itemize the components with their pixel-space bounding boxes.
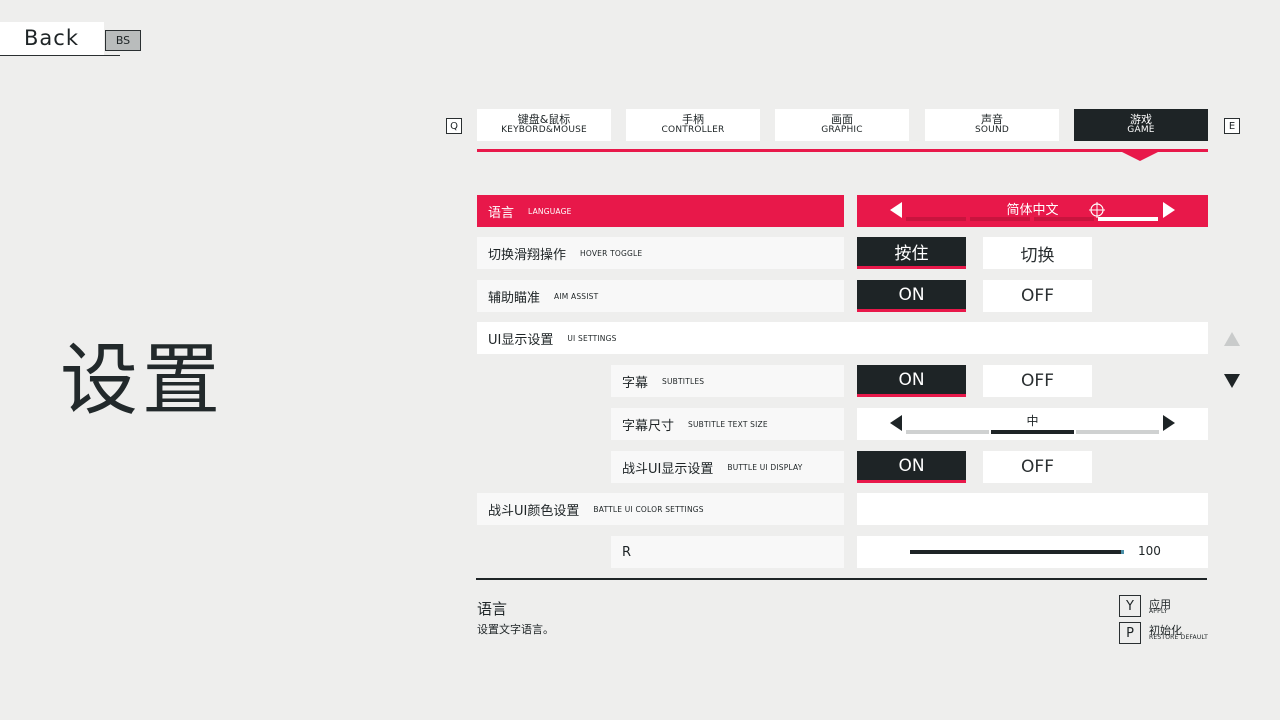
setting-label-en: SUBTITLES xyxy=(662,376,705,386)
tab-label-en: CONTROLLER xyxy=(661,125,725,135)
crosshair-cursor-icon xyxy=(1089,202,1105,218)
tab-sound[interactable]: 声音 SOUND xyxy=(925,109,1059,141)
hover-toggle-switch-button[interactable]: 切换 xyxy=(983,237,1092,269)
setting-row-subtitle-size[interactable]: 字幕尺寸 SUBTITLE TEXT SIZE xyxy=(611,408,844,440)
option-segment-selected xyxy=(991,430,1074,434)
battle-ui-off-button[interactable]: OFF xyxy=(983,451,1092,483)
setting-label-cn: UI显示设置 xyxy=(488,332,554,348)
setting-row-battle-ui-display[interactable]: 战斗UI显示设置 BUTTLE UI DISPLAY xyxy=(611,451,844,483)
setting-label-r: R xyxy=(622,544,632,560)
tab-keyboard-mouse[interactable]: 键盘&鼠标 KEYBORD&MOUSE xyxy=(477,109,611,141)
back-label[interactable]: Back xyxy=(24,26,79,50)
setting-row-language[interactable]: 语言 LANGUAGE xyxy=(477,195,844,227)
color-r-value: 100 xyxy=(1138,544,1161,558)
setting-row-hover-toggle[interactable]: 切换滑翔操作 HOVER TOGGLE xyxy=(477,237,844,269)
tab-controller[interactable]: 手柄 CONTROLLER xyxy=(626,109,760,141)
tab-label-cn: 游戏 xyxy=(1130,113,1152,126)
language-selector[interactable]: 简体中文 xyxy=(857,195,1208,227)
description-title: 语言 xyxy=(477,600,508,618)
subtitle-size-selector[interactable]: 中 xyxy=(857,408,1208,440)
footer-divider xyxy=(476,578,1207,580)
setting-label-cn: 字幕尺寸 xyxy=(622,418,675,434)
setting-label-cn: 辅助瞄准 xyxy=(488,290,541,306)
option-segment-selected xyxy=(1098,217,1158,221)
color-r-slider-panel[interactable]: 100 xyxy=(857,536,1208,568)
tab-label-en: SOUND xyxy=(974,125,1010,135)
setting-label-cn: 语言 xyxy=(488,205,515,221)
arrow-right-icon[interactable] xyxy=(1163,202,1175,218)
tab-label-en: KEYBORD&MOUSE xyxy=(501,125,587,135)
setting-row-subtitles[interactable]: 字幕 SUBTITLES xyxy=(611,365,844,397)
back-underline xyxy=(0,55,120,56)
page-title: 设置 xyxy=(60,336,225,426)
option-segment xyxy=(906,430,989,434)
setting-label-en: LANGUAGE xyxy=(528,206,572,216)
hover-toggle-hold-button[interactable]: 按住 xyxy=(857,237,966,269)
apply-label-en: APPLY xyxy=(1149,608,1168,615)
setting-label-cn: 战斗UI显示设置 xyxy=(622,461,714,477)
tab-label-en: GAME xyxy=(1127,125,1155,135)
setting-row-battle-ui-color[interactable]: 战斗UI颜色设置 BATTLE UI COLOR SETTINGS xyxy=(477,493,844,525)
apply-key-hint[interactable]: Y xyxy=(1119,595,1141,617)
battle-ui-color-panel xyxy=(857,493,1208,525)
option-segment xyxy=(1076,430,1159,434)
color-r-slider-track[interactable] xyxy=(910,550,1123,554)
restore-key-hint[interactable]: P xyxy=(1119,622,1141,644)
option-segment xyxy=(906,217,966,221)
setting-group-ui-settings[interactable]: UI显示设置 UI SETTINGS xyxy=(477,322,1208,354)
setting-label-en: AIM ASSIST xyxy=(554,291,599,301)
aim-assist-on-button[interactable]: ON xyxy=(857,280,966,312)
setting-label-cn: 字幕 xyxy=(622,375,649,391)
tab-label-cn: 键盘&鼠标 xyxy=(517,113,571,126)
setting-label-cn: 战斗UI颜色设置 xyxy=(488,503,580,519)
active-tab-pointer xyxy=(1122,152,1158,161)
setting-row-color-r[interactable]: R xyxy=(611,536,844,568)
color-r-slider-fill xyxy=(910,550,1123,554)
language-value: 简体中文 xyxy=(1006,203,1059,218)
subtitle-size-value: 中 xyxy=(1026,414,1039,428)
restore-label-en: RESTORE DEFAULT xyxy=(1149,634,1209,641)
tab-label-en: GRAPHIC xyxy=(821,125,863,135)
aim-assist-off-button[interactable]: OFF xyxy=(983,280,1092,312)
subtitles-off-button[interactable]: OFF xyxy=(983,365,1092,397)
subtitles-on-button[interactable]: ON xyxy=(857,365,966,397)
color-r-slider-handle[interactable] xyxy=(1121,550,1124,554)
back-key-hint: BS xyxy=(105,30,141,51)
setting-label-en: BUTTLE UI DISPLAY xyxy=(727,462,803,472)
arrow-right-icon[interactable] xyxy=(1163,415,1175,431)
setting-label-en: BATTLE UI COLOR SETTINGS xyxy=(593,504,704,514)
description-text: 设置文字语言。 xyxy=(477,623,554,636)
scroll-down-icon[interactable] xyxy=(1224,374,1240,388)
tab-label-cn: 手柄 xyxy=(682,113,704,126)
tab-prev-key-hint[interactable]: Q xyxy=(446,118,462,134)
setting-row-aim-assist[interactable]: 辅助瞄准 AIM ASSIST xyxy=(477,280,844,312)
setting-label-cn: 切换滑翔操作 xyxy=(488,247,567,263)
battle-ui-on-button[interactable]: ON xyxy=(857,451,966,483)
tab-graphic[interactable]: 画面 GRAPHIC xyxy=(775,109,909,141)
setting-label-en: UI SETTINGS xyxy=(567,333,617,343)
tab-game[interactable]: 游戏 GAME xyxy=(1074,109,1208,141)
option-segment xyxy=(1034,217,1094,221)
tab-label-cn: 声音 xyxy=(981,113,1003,126)
setting-label-en: HOVER TOGGLE xyxy=(580,248,643,258)
tab-next-key-hint[interactable]: E xyxy=(1224,118,1240,134)
tab-label-cn: 画面 xyxy=(831,113,853,126)
tab-underline xyxy=(477,149,1208,152)
scroll-up-icon[interactable] xyxy=(1224,332,1240,346)
option-segment xyxy=(970,217,1030,221)
setting-label-en: SUBTITLE TEXT SIZE xyxy=(688,419,768,429)
